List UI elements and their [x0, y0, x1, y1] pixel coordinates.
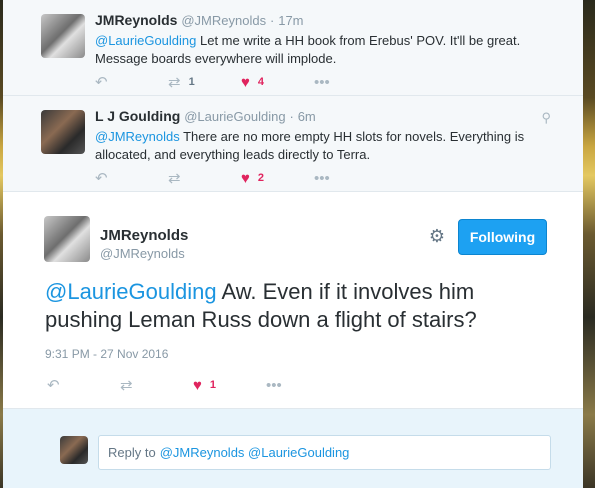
like-count: 1: [209, 379, 217, 391]
screenname[interactable]: @JMReynolds: [181, 13, 266, 28]
reply-input[interactable]: Reply to @JMReynolds @LaurieGoulding: [98, 435, 551, 470]
separator: ·: [289, 109, 294, 124]
more-icon: •••: [314, 169, 330, 187]
tweet-header: L J Goulding @LaurieGoulding · 6m: [95, 108, 316, 124]
reply-button[interactable]: ↶: [95, 169, 168, 187]
heart-icon: ♥: [193, 376, 202, 394]
like-button[interactable]: ♥ 4: [241, 74, 314, 91]
timestamp[interactable]: 6m: [298, 109, 316, 124]
tweet-text: @JMReynolds There are no more empty HH s…: [95, 128, 545, 164]
mention-link[interactable]: @LaurieGoulding: [95, 33, 196, 48]
avatar[interactable]: [41, 14, 85, 58]
reply-icon: ↶: [47, 377, 60, 394]
retweet-button[interactable]: ⇄ 1: [168, 73, 241, 91]
location-pin-icon[interactable]: ⚲: [541, 110, 551, 126]
fullname[interactable]: JMReynolds: [95, 12, 177, 28]
mention-link[interactable]: @JMReynolds: [95, 129, 180, 144]
heart-icon: ♥: [241, 169, 250, 187]
avatar[interactable]: [44, 216, 90, 262]
retweet-button[interactable]: ⇄: [168, 169, 241, 187]
more-button[interactable]: •••: [314, 170, 387, 187]
tweet-modal: JMReynolds @JMReynolds · 17m @LaurieGoul…: [3, 0, 583, 488]
like-button[interactable]: ♥ 2: [241, 170, 314, 187]
reply-icon: ↶: [95, 170, 108, 187]
reply-bar: Reply to @JMReynolds @LaurieGoulding: [3, 408, 583, 488]
more-button[interactable]: •••: [314, 74, 387, 91]
fullname[interactable]: JMReynolds: [100, 227, 188, 244]
screenname[interactable]: @JMReynolds: [100, 246, 185, 261]
following-button[interactable]: Following: [458, 219, 547, 255]
retweet-icon: ⇄: [168, 170, 181, 187]
reply-button[interactable]: ↶: [95, 73, 168, 91]
separator: ·: [269, 13, 275, 28]
retweet-count: 1: [188, 76, 195, 88]
tweet-actions: ↶ ⇄ ♥ 1 •••: [47, 376, 339, 395]
mention-link[interactable]: @LaurieGoulding: [45, 279, 217, 304]
gear-icon[interactable]: ⚙: [429, 226, 445, 247]
screenname[interactable]: @LaurieGoulding: [184, 109, 285, 124]
retweet-icon: ⇄: [120, 377, 133, 394]
fullname[interactable]: L J Goulding: [95, 108, 180, 124]
tweet-text: @LaurieGoulding Let me write a HH book f…: [95, 32, 545, 68]
more-icon: •••: [266, 376, 282, 394]
reply-prefix: Reply to: [108, 445, 156, 460]
tweet-actions: ↶ ⇄ 1 ♥ 4 •••: [95, 73, 387, 92]
avatar: [60, 436, 88, 464]
like-button[interactable]: ♥ 1: [193, 377, 266, 394]
reply-button[interactable]: ↶: [47, 376, 120, 394]
ancestor-tweet[interactable]: L J Goulding @LaurieGoulding · 6m @JMRey…: [3, 96, 583, 192]
reply-mentions: @JMReynolds @LaurieGoulding: [159, 445, 350, 460]
retweet-icon: ⇄: [168, 74, 181, 91]
tweet-timestamp[interactable]: 9:31 PM - 27 Nov 2016: [45, 347, 168, 361]
heart-icon: ♥: [241, 73, 250, 91]
like-count: 4: [257, 76, 265, 88]
ancestor-tweet[interactable]: JMReynolds @JMReynolds · 17m @LaurieGoul…: [3, 0, 583, 96]
more-button[interactable]: •••: [266, 377, 339, 394]
more-icon: •••: [314, 73, 330, 91]
timestamp[interactable]: 17m: [278, 13, 303, 28]
reply-icon: ↶: [95, 74, 108, 91]
retweet-button[interactable]: ⇄: [120, 376, 193, 394]
tweet-text: @LaurieGoulding Aw. Even if it involves …: [45, 278, 555, 334]
avatar[interactable]: [41, 110, 85, 154]
tweet-actions: ↶ ⇄ ♥ 2 •••: [95, 169, 387, 188]
like-count: 2: [257, 172, 265, 184]
tweet-header: JMReynolds @JMReynolds · 17m: [95, 12, 304, 28]
